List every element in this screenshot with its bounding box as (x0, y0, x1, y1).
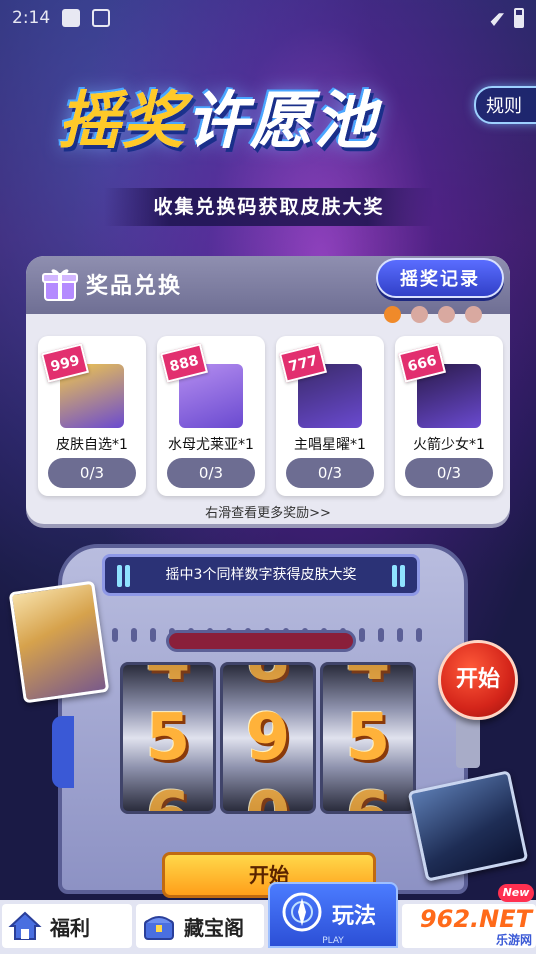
watermark-small: 乐游网 (495, 932, 532, 947)
nav-play-sub: PLAY (322, 936, 344, 946)
machine-banner-text: 摇中3个同样数字获得皮肤大奖 (165, 567, 357, 583)
slot-reel: 4 5 6 (120, 662, 216, 814)
prize-card[interactable]: 666 火箭少女*1 0/3 (395, 336, 503, 496)
character-skin-card (8, 580, 110, 704)
slot-reel: 8 9 0 (220, 662, 316, 814)
prize-card[interactable]: 777 主唱星曜*1 0/3 (276, 336, 384, 496)
wifi-icon (484, 13, 504, 26)
machine-side-knob (52, 716, 74, 788)
nav-cangbaoge[interactable]: 藏宝阁 (136, 904, 264, 948)
reel-next-digit: 6 (323, 779, 413, 811)
page-subtitle: 收集兑换码获取皮肤大奖 (104, 188, 434, 226)
banner-right-pipe (392, 565, 397, 587)
start-round-button[interactable]: 开始 (438, 640, 518, 720)
banner-right-pipe-2 (400, 565, 405, 587)
reel-next-digit: 6 (123, 779, 213, 811)
nav-fuli[interactable]: 福利 (2, 904, 132, 948)
watermark-big: 962.NET (419, 904, 532, 933)
reel-prev-digit: 4 (323, 665, 413, 695)
page-dots (384, 306, 482, 323)
reel-current-digit: 5 (345, 701, 391, 775)
prize-name: 火箭少女*1 (413, 437, 485, 453)
lottery-record-button[interactable]: 摇奖记录 (376, 258, 504, 298)
reel-prev-digit: 8 (223, 665, 313, 695)
banner-left-pipe-2 (125, 565, 130, 587)
site-watermark: 962.NET 乐游网 (400, 906, 532, 948)
nav-fuli-label: 福利 (50, 915, 90, 940)
reel-next-digit: 0 (223, 779, 313, 811)
notification-icon (62, 9, 81, 27)
slot-reels: 4 5 6 8 9 0 4 5 6 (120, 662, 416, 814)
page-dot[interactable] (465, 306, 482, 323)
reel-prev-digit: 4 (123, 665, 213, 695)
prize-panel-title: 奖品兑换 (86, 274, 183, 299)
rules-button[interactable]: 规则 (474, 86, 536, 124)
status-time: 2:14 (12, 8, 51, 28)
reel-current-digit: 5 (145, 701, 191, 775)
prize-count-pill[interactable]: 0/3 (286, 458, 374, 488)
title-highlight: 摇奖 (58, 84, 187, 157)
nav-cangbaoge-label: 藏宝阁 (184, 915, 244, 940)
page-title: 摇奖许愿池 (58, 70, 478, 160)
prize-count-pill[interactable]: 0/3 (48, 458, 136, 488)
page-dot[interactable] (384, 306, 401, 323)
prize-card[interactable]: 888 水母尤莱亚*1 0/3 (157, 336, 265, 496)
machine-lever (456, 716, 480, 768)
machine-red-slot (166, 630, 356, 652)
new-badge: New (498, 884, 534, 902)
prize-count-pill[interactable]: 0/3 (405, 458, 493, 488)
chest-icon (144, 916, 174, 940)
prize-name: 主唱星曜*1 (294, 437, 366, 453)
prize-card-list: 999 皮肤自选*1 0/3 888 水母尤莱亚*1 0/3 777 主唱星曜*1 0/3 666… (38, 336, 508, 496)
slot-reel: 4 5 6 (320, 662, 416, 814)
prize-count-pill[interactable]: 0/3 (167, 458, 255, 488)
swipe-hint[interactable]: 右滑查看更多奖励>> (0, 502, 536, 521)
reel-current-digit: 9 (245, 701, 291, 775)
prize-card[interactable]: 999 皮肤自选*1 0/3 (38, 336, 146, 496)
page-dot[interactable] (438, 306, 455, 323)
machine-banner: 摇中3个同样数字获得皮肤大奖 (102, 554, 420, 596)
banner-left-pipe (117, 565, 122, 587)
title-rest: 许愿池 (186, 84, 379, 157)
prize-name: 水母尤莱亚*1 (168, 437, 254, 453)
compass-icon (282, 892, 322, 932)
home-icon (8, 911, 42, 940)
prize-name: 皮肤自选*1 (56, 437, 128, 453)
status-bar: 2:14 (0, 0, 536, 36)
page-dot[interactable] (411, 306, 428, 323)
battery-icon (514, 8, 524, 28)
nav-play-label: 玩法 (332, 904, 377, 929)
gift-icon (42, 269, 78, 301)
app-notification-icon (92, 9, 111, 27)
nav-play[interactable]: 玩法 PLAY (268, 882, 398, 948)
